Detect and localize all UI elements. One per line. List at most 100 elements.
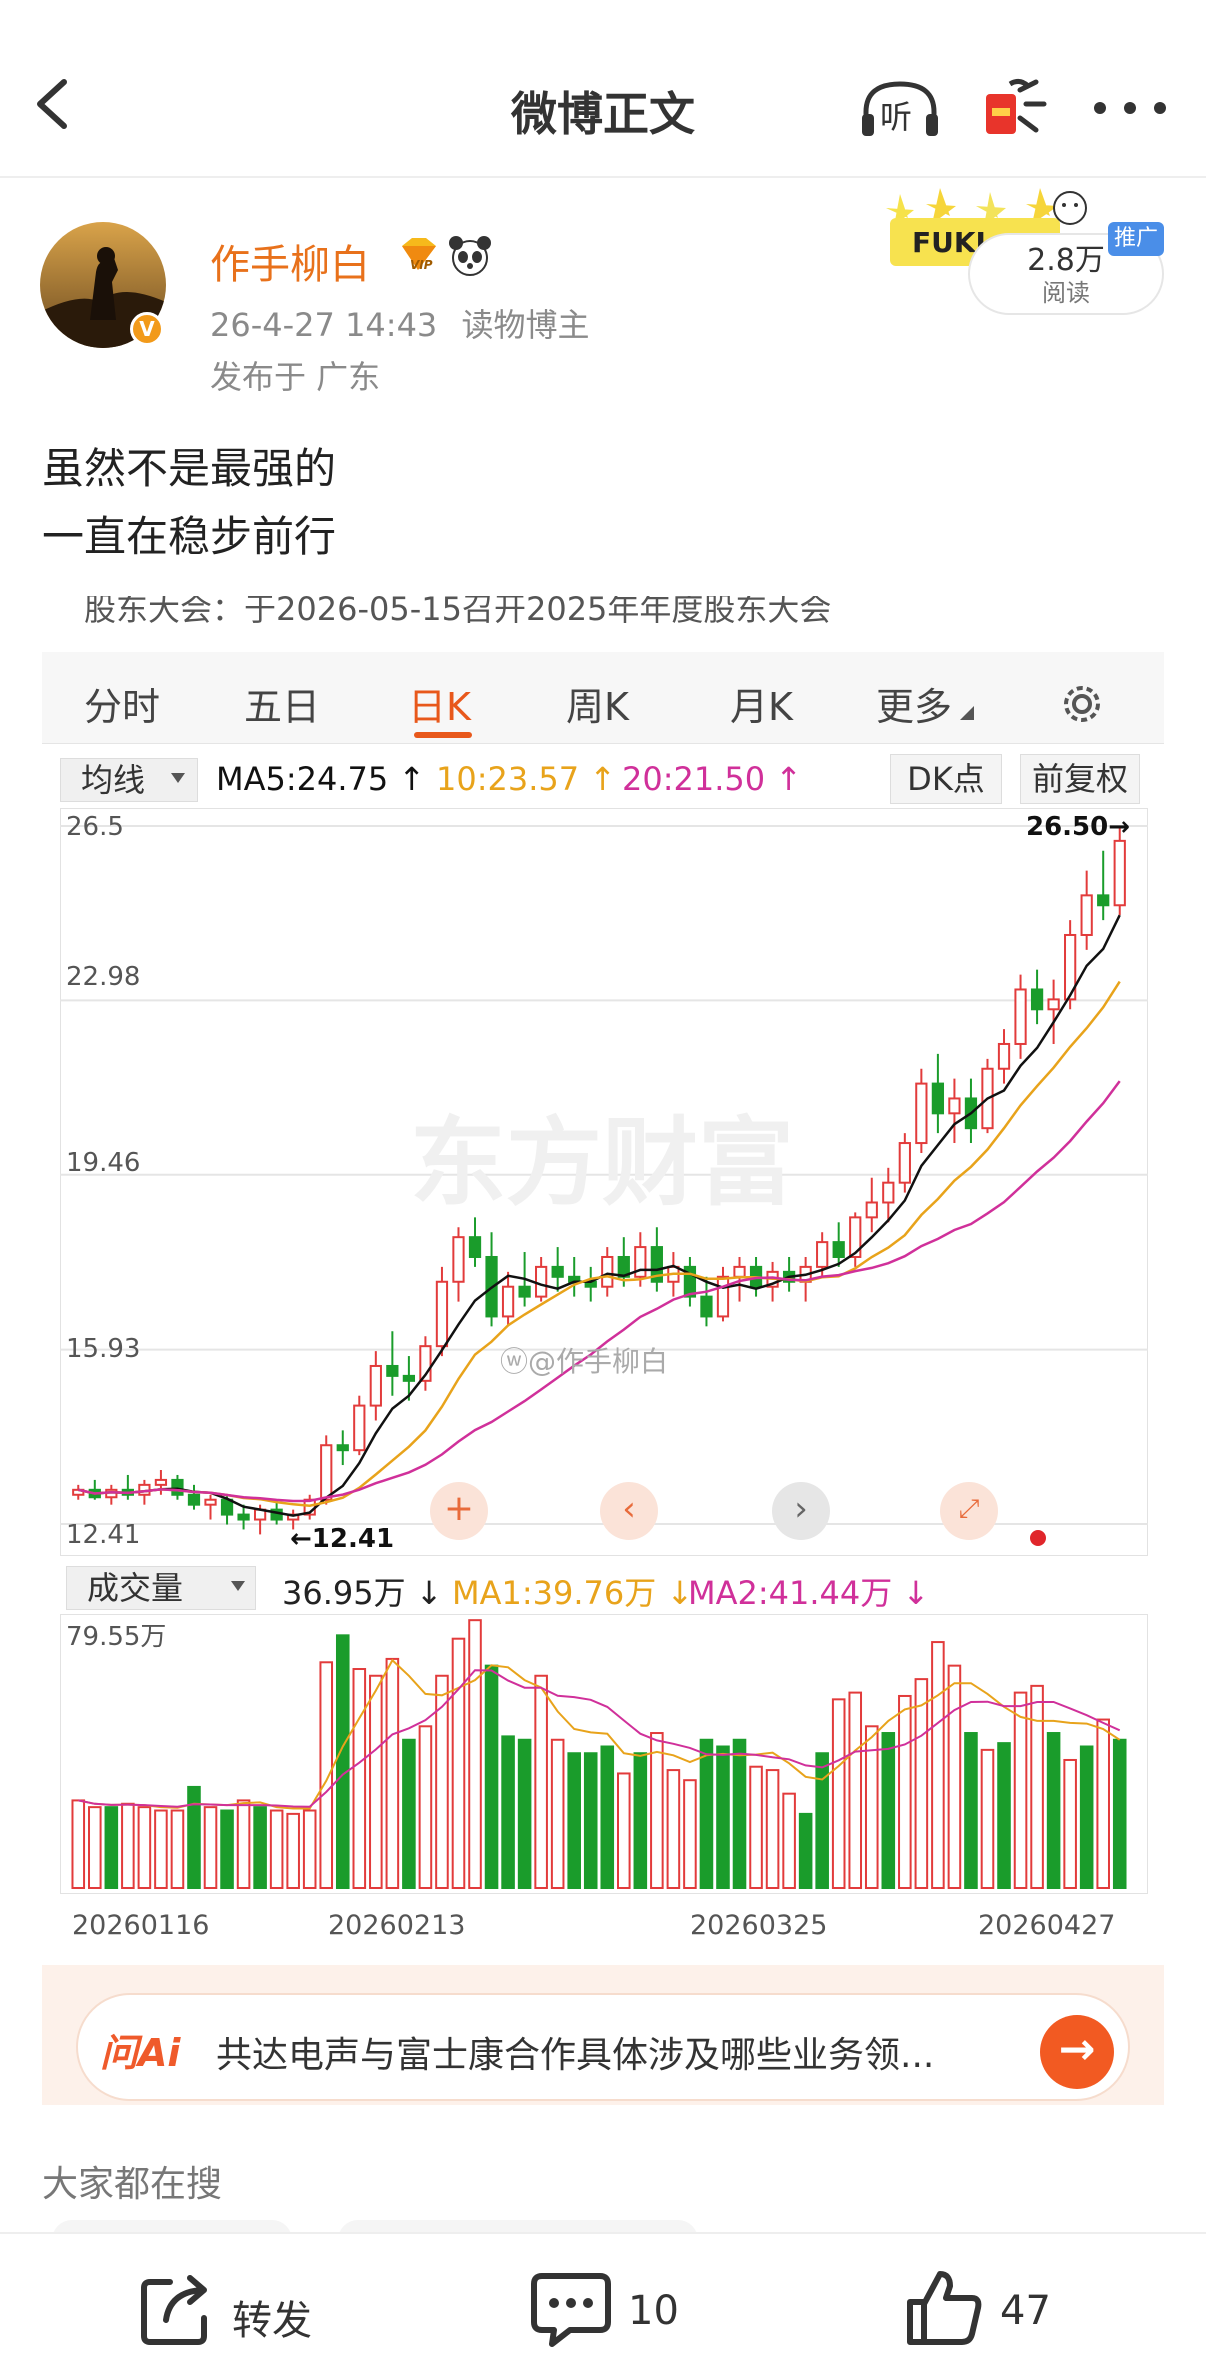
candle-body bbox=[320, 1444, 333, 1501]
ma-select[interactable]: 均线 bbox=[60, 758, 198, 802]
scroll-left-button[interactable]: ‹ bbox=[600, 1482, 658, 1540]
chart-watermark: 东方财富 bbox=[410, 1110, 794, 1217]
volume-bar bbox=[203, 1806, 218, 1889]
volume-bar bbox=[1079, 1745, 1094, 1889]
volume-bar bbox=[418, 1725, 433, 1889]
candle-body bbox=[402, 1374, 416, 1382]
volume-bar bbox=[914, 1678, 929, 1889]
volume-bar bbox=[898, 1694, 912, 1889]
candle-body bbox=[1030, 988, 1044, 1011]
volume-bar bbox=[683, 1779, 697, 1889]
volume-bar bbox=[484, 1664, 499, 1889]
red-packet-button[interactable] bbox=[980, 74, 1052, 142]
comment-icon[interactable] bbox=[530, 2270, 612, 2350]
tab-weekly-k[interactable]: 周K bbox=[566, 676, 629, 731]
candle-body bbox=[237, 1513, 250, 1521]
candle-body bbox=[997, 1042, 1011, 1070]
candle-body bbox=[353, 1404, 366, 1452]
ask-ai-go-button[interactable]: → bbox=[1040, 2015, 1114, 2089]
volume-bar bbox=[137, 1806, 152, 1889]
volume-bar bbox=[468, 1619, 482, 1889]
volume-bar bbox=[352, 1668, 367, 1889]
candle-body bbox=[882, 1181, 895, 1204]
volume-bar bbox=[881, 1732, 896, 1889]
candle-body bbox=[1014, 988, 1027, 1045]
x-tick-4: 20260427 bbox=[978, 1910, 1116, 1941]
tab-more[interactable]: 更多 bbox=[876, 676, 952, 731]
settings-gear-icon[interactable] bbox=[1056, 678, 1108, 730]
volume-bar bbox=[319, 1661, 334, 1889]
volume-bar bbox=[749, 1765, 763, 1889]
volume-bar bbox=[154, 1809, 168, 1889]
volume-bar bbox=[269, 1809, 284, 1889]
volume-bar bbox=[517, 1738, 532, 1889]
like-thumb-icon[interactable] bbox=[904, 2268, 984, 2348]
weibo-watermark: ⓦ@作手柳白 bbox=[500, 1345, 669, 1378]
expand-icon: ⤢ bbox=[958, 1494, 980, 1524]
fullscreen-button[interactable]: ⤢ bbox=[940, 1482, 998, 1540]
x-tick-3: 20260325 bbox=[690, 1910, 828, 1941]
select-caret-icon bbox=[171, 773, 185, 783]
weibo-watermark-icon: ⓦ bbox=[500, 1345, 529, 1378]
scroll-right-button[interactable]: › bbox=[772, 1482, 830, 1540]
tab-daily-k[interactable]: 日K bbox=[408, 676, 471, 731]
tab-five-day[interactable]: 五日 bbox=[244, 676, 320, 731]
volume-bar bbox=[980, 1748, 995, 1889]
candle-body bbox=[1113, 839, 1126, 907]
volume-bar bbox=[302, 1809, 317, 1889]
volume-bar bbox=[236, 1799, 251, 1889]
vol-ma2-legend: MA2:41.44万 ↓ bbox=[688, 1574, 930, 1612]
volume-bar bbox=[666, 1769, 681, 1889]
candle-body bbox=[700, 1295, 713, 1318]
candlestick-chart[interactable]: 东方财富 bbox=[60, 808, 1148, 1556]
volume-bar bbox=[583, 1752, 598, 1889]
like-count[interactable]: 47 bbox=[1000, 2288, 1051, 2334]
promo-tag[interactable]: 推广 bbox=[1108, 222, 1164, 256]
author-name[interactable]: 作手柳白 bbox=[210, 232, 370, 290]
verified-badge: V bbox=[130, 312, 164, 346]
volume-bar bbox=[732, 1738, 747, 1889]
candle-body bbox=[501, 1285, 515, 1318]
repost-label[interactable]: 转发 bbox=[232, 2288, 312, 2346]
chevron-left-icon: ‹ bbox=[622, 1489, 636, 1529]
candle-body bbox=[386, 1364, 399, 1377]
zoom-in-button[interactable]: + bbox=[430, 1482, 488, 1540]
volume-bar bbox=[170, 1809, 185, 1889]
candle-body bbox=[1080, 894, 1093, 936]
volume-bar bbox=[501, 1735, 515, 1889]
comment-count[interactable]: 10 bbox=[628, 2288, 679, 2334]
tab-intraday[interactable]: 分时 bbox=[84, 676, 160, 731]
tab-monthly-k[interactable]: 月K bbox=[730, 676, 793, 731]
dk-point-button[interactable]: DK点 bbox=[890, 754, 1002, 804]
volume-chart[interactable] bbox=[60, 1614, 1148, 1894]
arrow-right-icon: → bbox=[1058, 2024, 1096, 2075]
volume-bar bbox=[385, 1657, 400, 1889]
repost-icon[interactable] bbox=[140, 2272, 216, 2348]
ask-ai-logo: 问Ai bbox=[100, 2031, 181, 2075]
vol-ma1-legend: MA1:39.76万 ↓ bbox=[452, 1574, 694, 1612]
ask-ai-question[interactable]: 共达电声与富士康合作具体涉及哪些业务领... bbox=[216, 2026, 934, 2078]
select-caret-icon bbox=[231, 1581, 245, 1591]
candle-body bbox=[435, 1280, 449, 1348]
volume-max-label: 79.55万 bbox=[66, 1622, 167, 1652]
more-options-icon[interactable] bbox=[1092, 100, 1168, 116]
volume-bar bbox=[964, 1732, 978, 1889]
post-location: 发布于 广东 bbox=[210, 358, 381, 396]
x-tick-1: 20260116 bbox=[72, 1910, 210, 1941]
volume-bar bbox=[931, 1641, 945, 1890]
trending-search-title: 大家都在搜 bbox=[42, 2164, 223, 2205]
volume-bar bbox=[716, 1745, 730, 1889]
red-packet-icon bbox=[986, 78, 1047, 134]
plus-icon: + bbox=[443, 1488, 475, 1529]
volume-indicator-select[interactable]: 成交量 bbox=[66, 1566, 256, 1610]
vip-badge: VIP bbox=[396, 236, 440, 276]
listen-label: 听 bbox=[880, 98, 913, 136]
dropdown-triangle-icon bbox=[960, 706, 974, 720]
x-tick-2: 20260213 bbox=[328, 1910, 466, 1941]
candle-body bbox=[733, 1265, 746, 1278]
price-adjust-button[interactable]: 前复权 bbox=[1020, 754, 1140, 804]
y-tick-1: 26.5 bbox=[66, 812, 124, 842]
listen-button[interactable]: 听 bbox=[858, 78, 942, 138]
ma5-legend: MA5:24.75 ↑ bbox=[216, 760, 426, 798]
volume-bar bbox=[815, 1752, 829, 1889]
